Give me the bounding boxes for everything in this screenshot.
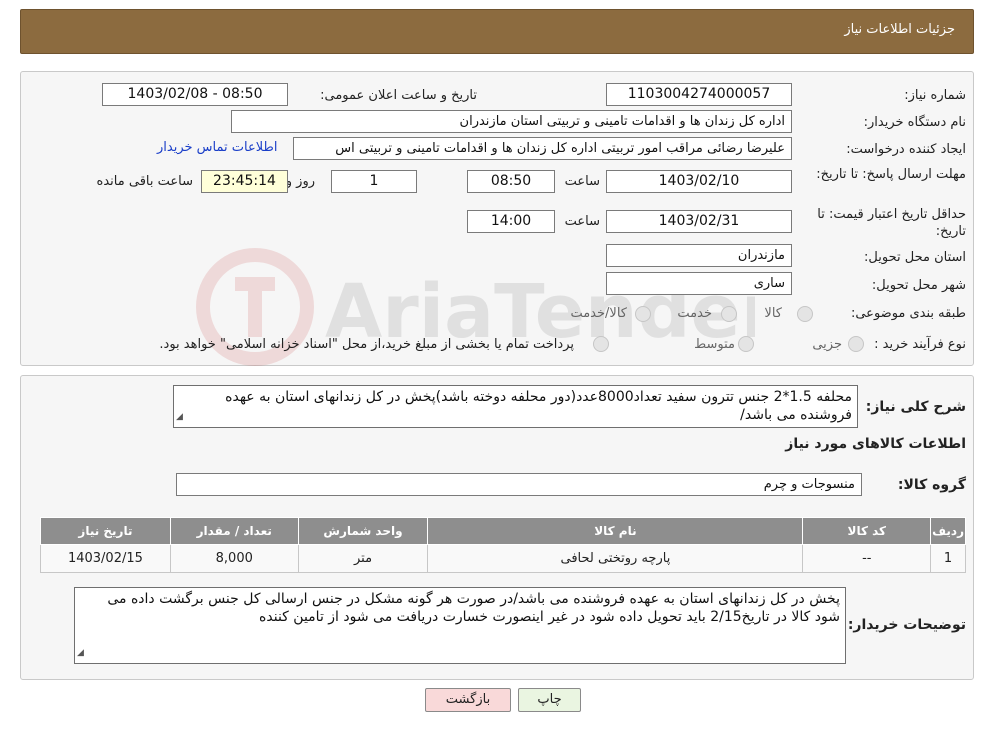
col-header-need-date: تاریخ نیاز (40, 517, 171, 545)
cell-code: -- (802, 544, 932, 573)
col-header-quantity: تعداد / مقدار (169, 517, 299, 545)
category-option-goods: کالا (764, 306, 782, 321)
back-button[interactable]: بازگشت (425, 688, 511, 712)
category-radio-goods-service[interactable] (635, 306, 651, 322)
buyer-notes-textarea[interactable]: پخش در کل زندانهای استان به عهده فروشنده… (74, 587, 846, 664)
summary-label: شرح کلی نیاز: (865, 399, 966, 415)
deadline-time-label: ساعت (564, 174, 600, 189)
resize-grip-icon[interactable]: ◢ (77, 644, 84, 662)
category-radio-goods[interactable] (797, 306, 813, 322)
province-label: استان محل تحویل: (864, 250, 966, 265)
process-radio-treasury[interactable] (593, 336, 609, 352)
buyer-notes-text: پخش در کل زندانهای استان به عهده فروشنده… (107, 591, 840, 625)
category-option-goods-service: کالا/خدمت (570, 306, 627, 321)
cell-name: پارچه روتختی لحافی (427, 544, 804, 573)
process-option-medium: متوسط (694, 337, 735, 352)
validity-label: حداقل تاریخ اعتبار قیمت: تا تاریخ: (817, 207, 966, 239)
days-label: روز و (285, 174, 315, 189)
days-field[interactable]: 1 (331, 170, 417, 193)
category-label: طبقه بندی موضوعی: (850, 306, 966, 321)
creator-field[interactable]: علیرضا رضائی مراقب امور تربیتی اداره کل … (293, 137, 792, 160)
cell-row-number: 1 (930, 544, 966, 573)
goods-info-title: اطلاعات کالاهای مورد نیاز (785, 436, 966, 452)
col-header-name: نام کالا (427, 517, 804, 545)
buyer-org-field[interactable]: اداره کل زندان ها و اقدامات تامینی و ترب… (231, 110, 792, 133)
process-radio-minor[interactable] (848, 336, 864, 352)
buyer-org-label: نام دستگاه خریدار: (863, 115, 966, 130)
process-label: نوع فرآیند خرید : (874, 337, 966, 352)
table-header-row: ردیف کد کالا نام کالا واحد شمارش تعداد /… (40, 517, 966, 545)
summary-text: محلفه 1.5*2 جنس تترون سفید تعداد8000عدد(… (225, 389, 852, 423)
buyer-notes-label: توضیحات خریدار: (847, 617, 966, 633)
page-header: جزئیات اطلاعات نیاز (20, 9, 974, 54)
goods-group-field[interactable]: منسوجات و چرم (176, 473, 862, 496)
resize-grip-icon[interactable]: ◢ (176, 408, 183, 426)
need-number-field[interactable]: 1103004274000057 (606, 83, 792, 106)
page-title: جزئیات اطلاعات نیاز (844, 22, 955, 37)
announce-field[interactable]: 1403/02/08 - 08:50 (102, 83, 288, 106)
category-radio-service[interactable] (721, 306, 737, 322)
col-header-unit: واحد شمارش (297, 517, 429, 545)
print-button[interactable]: چاپ (518, 688, 581, 712)
summary-textarea[interactable]: محلفه 1.5*2 جنس تترون سفید تعداد8000عدد(… (173, 385, 858, 428)
validity-time-field[interactable]: 14:00 (467, 210, 555, 233)
table-row[interactable]: 1 -- پارچه روتختی لحافی متر 8,000 1403/0… (40, 544, 966, 573)
city-field[interactable]: ساری (606, 272, 792, 295)
process-radio-medium[interactable] (738, 336, 754, 352)
deadline-date-field[interactable]: 1403/02/10 (606, 170, 792, 193)
cell-quantity: 8,000 (169, 544, 299, 573)
process-note: پرداخت تمام یا بخشی از مبلغ خرید،از محل … (159, 337, 574, 352)
validity-time-label: ساعت (564, 214, 600, 229)
deadline-label: مهلت ارسال پاسخ: تا تاریخ: (816, 167, 966, 182)
remaining-time-field: 23:45:14 (201, 170, 288, 193)
need-number-label: شماره نیاز: (904, 88, 966, 103)
buyer-contact-link[interactable]: اطلاعات تماس خریدار (157, 140, 277, 155)
category-option-service: خدمت (677, 306, 712, 321)
validity-date-field[interactable]: 1403/02/31 (606, 210, 792, 233)
remaining-label: ساعت باقی مانده (96, 174, 193, 189)
process-option-minor: جزیی (812, 337, 842, 352)
cell-need-date: 1403/02/15 (40, 544, 171, 573)
province-field[interactable]: مازندران (606, 244, 792, 267)
cell-unit: متر (297, 544, 429, 573)
col-header-row-number: ردیف (930, 517, 966, 545)
deadline-time-field[interactable]: 08:50 (467, 170, 555, 193)
creator-label: ایجاد کننده درخواست: (846, 142, 966, 157)
col-header-code: کد کالا (802, 517, 932, 545)
city-label: شهر محل تحویل: (871, 278, 966, 293)
goods-group-label: گروه کالا: (897, 477, 966, 493)
announce-label: تاریخ و ساعت اعلان عمومی: (320, 88, 477, 103)
goods-table: ردیف کد کالا نام کالا واحد شمارش تعداد /… (40, 517, 966, 573)
